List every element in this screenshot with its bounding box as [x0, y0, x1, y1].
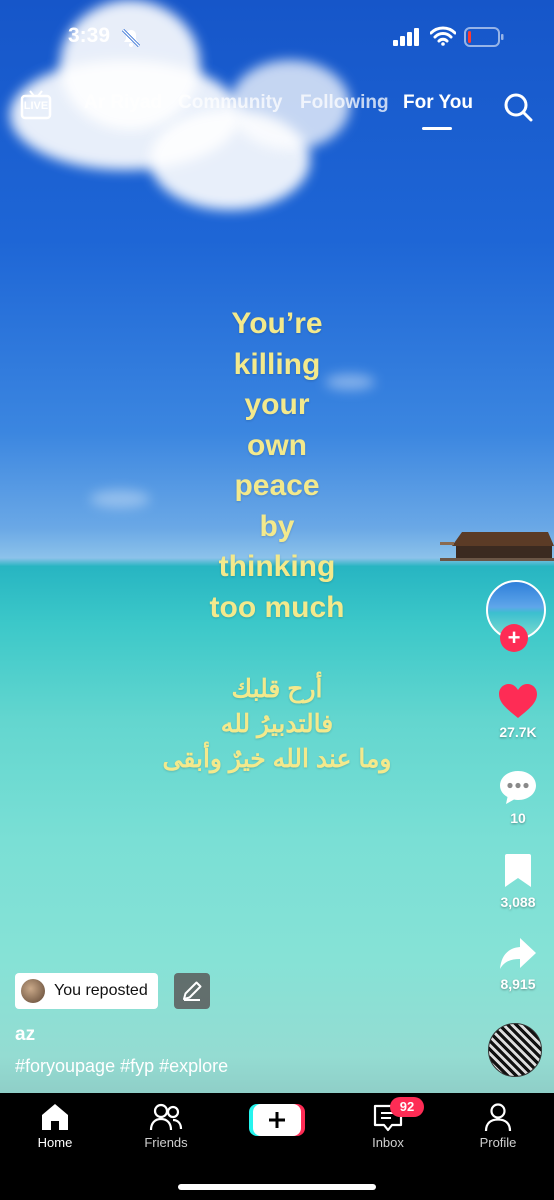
video-feed-screen[interactable]: 3:39 LIVE Ar Riyad Community Following F…: [0, 0, 554, 1200]
you-reposted-chip[interactable]: You reposted: [15, 973, 158, 1009]
active-tab-indicator: [422, 127, 452, 130]
save-count: 3,088: [500, 894, 536, 910]
home-indicator[interactable]: [178, 1184, 376, 1190]
caption-line: فالتدبيرُ لله: [220, 710, 334, 738]
caption-line: your: [244, 388, 310, 421]
follow-plus-button[interactable]: +: [500, 624, 528, 652]
video-caption-arabic: أرح قلبك فالتدبيرُ لله وما عند الله خيرٌ…: [0, 672, 554, 777]
caption-line: killing: [233, 347, 321, 381]
nav-inbox-label: Inbox: [372, 1135, 404, 1150]
like-button[interactable]: 27.7K: [490, 682, 546, 740]
caption-line: وما عند الله خيرٌ وأبقى: [162, 745, 392, 773]
heart-icon: [499, 684, 537, 718]
caption-line: thinking: [218, 550, 336, 583]
comment-button[interactable]: 10: [490, 768, 546, 826]
live-button[interactable]: LIVE: [20, 90, 52, 120]
home-icon: [42, 1104, 68, 1130]
save-button[interactable]: 3,088: [490, 852, 546, 910]
friends-icon: [149, 1103, 183, 1131]
caption-line: by: [259, 509, 295, 543]
nav-home-label: Home: [37, 1135, 73, 1150]
tab-following[interactable]: Following: [300, 92, 389, 114]
tab-for-you[interactable]: For You: [403, 92, 473, 114]
wifi-icon: [430, 26, 456, 46]
live-label: LIVE: [23, 100, 49, 112]
repost-label: You reposted: [54, 982, 148, 999]
tab-community[interactable]: Community: [178, 92, 283, 114]
battery-icon: [464, 27, 504, 47]
search-icon[interactable]: [503, 92, 533, 122]
caption-line: too much: [209, 590, 345, 624]
share-button[interactable]: 8,915: [490, 936, 546, 992]
share-arrow-icon: [500, 938, 536, 969]
comment-bubble-icon: [500, 771, 536, 804]
status-time: 3:39: [68, 24, 111, 47]
create-plus-icon: [249, 1104, 305, 1136]
bell-slash-icon: [121, 28, 141, 48]
tab-ar-riyad[interactable]: Ar Riyad: [84, 92, 162, 114]
caption-line: own: [247, 428, 307, 462]
repost-avatar: [21, 979, 45, 1003]
like-count: 27.7K: [499, 724, 537, 740]
edit-repost-button[interactable]: [174, 973, 210, 1009]
nav-profile-label: Profile: [479, 1135, 517, 1150]
profile-icon: [484, 1103, 512, 1132]
create-button[interactable]: [249, 1104, 305, 1136]
video-caption-english: You’re killing your own peace by thinkin…: [0, 304, 554, 628]
creator-username[interactable]: az: [15, 1024, 35, 1046]
caption-line: You’re: [231, 307, 323, 340]
caption-line: أرح قلبك: [231, 675, 323, 703]
music-disc[interactable]: [488, 1023, 542, 1077]
post-hashtags[interactable]: #foryoupage #fyp #explore: [15, 1056, 228, 1077]
share-count: 8,915: [500, 976, 536, 992]
cellular-icon: [393, 28, 419, 46]
comment-count: 10: [510, 810, 526, 826]
pencil-icon: [183, 981, 202, 1001]
status-bar: 3:39: [0, 24, 554, 52]
inbox-unread-badge: 92: [390, 1097, 424, 1117]
caption-line: peace: [234, 469, 320, 502]
bookmark-icon: [505, 854, 531, 887]
nav-friends-label: Friends: [144, 1135, 188, 1150]
top-navigation: LIVE Ar Riyad Community Following For Yo…: [0, 90, 554, 130]
